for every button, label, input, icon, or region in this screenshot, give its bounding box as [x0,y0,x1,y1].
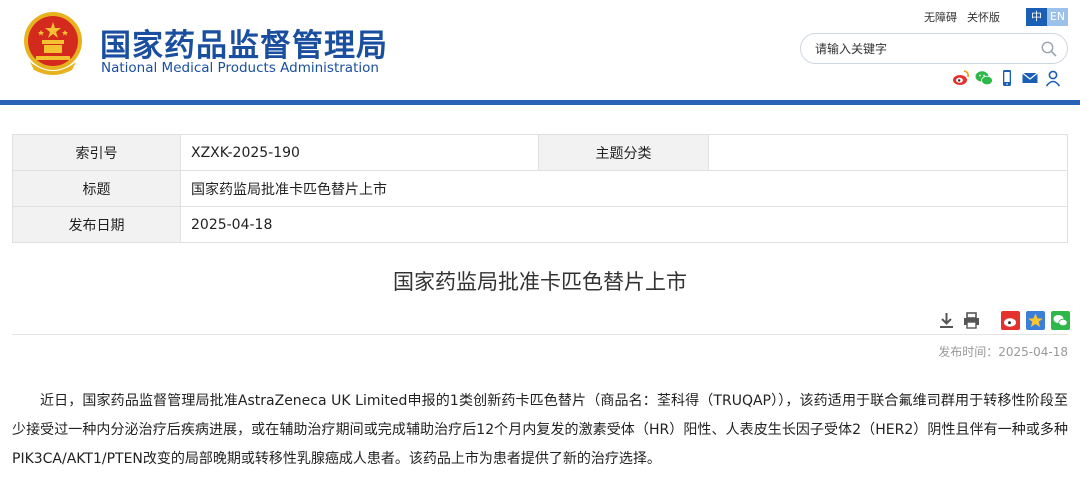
topic-value [708,134,1068,171]
wechat-icon[interactable] [975,69,993,87]
print-icon[interactable] [962,311,981,330]
search-icon[interactable] [1041,41,1057,57]
qzone-share-icon[interactable] [1026,311,1045,330]
table-row: 索引号 XZXK-2025-190 主题分类 [12,134,1068,171]
info-table: 索引号 XZXK-2025-190 主题分类 标题 国家药监局批准卡匹色替片上市… [12,134,1068,243]
site-title-en[interactable]: National Medical Products Administration [101,60,379,76]
table-row: 发布日期 2025-04-18 [12,206,1068,243]
site-title-cn[interactable]: 国家药品监督管理局 [100,20,388,65]
weibo-share-icon[interactable] [1001,311,1020,330]
care-mode-link[interactable]: 关怀版 [967,9,1000,25]
language-switch: 中 EN [1026,8,1068,26]
header-divider [0,100,1080,105]
social-links [952,69,1062,87]
search-input[interactable] [815,39,1035,59]
top-links: 无障碍 关怀版 中 EN [924,8,1068,26]
date-value: 2025-04-18 [180,206,1068,243]
tools-spacer [987,311,995,330]
wechat-share-icon[interactable] [1051,311,1070,330]
article-divider [12,334,1068,335]
date-label: 发布日期 [12,206,181,243]
national-emblem-icon[interactable] [22,10,84,76]
site-header: 国家药品监督管理局 National Medical Products Admi… [0,0,1080,104]
table-row: 标题 国家药监局批准卡匹色替片上市 [12,170,1068,207]
title-label: 标题 [12,170,181,207]
lang-en-button[interactable]: EN [1047,8,1068,26]
mail-icon[interactable] [1021,69,1039,87]
download-icon[interactable] [937,311,956,330]
publish-time: 发布时间：2025-04-18 [938,345,1068,359]
user-icon[interactable] [1044,69,1062,87]
search-box [800,33,1068,64]
accessibility-link[interactable]: 无障碍 [924,9,957,25]
index-value: XZXK-2025-190 [180,134,539,171]
article-title: 国家药监局批准卡匹色替片上市 [393,270,687,294]
weibo-icon[interactable] [952,69,970,87]
topic-label: 主题分类 [538,134,709,171]
index-label: 索引号 [12,134,181,171]
article-tools [937,311,1070,330]
mobile-icon[interactable] [998,69,1016,87]
lang-zh-button[interactable]: 中 [1026,8,1047,26]
title-value: 国家药监局批准卡匹色替片上市 [180,170,1068,207]
article-body: 近日，国家药品监督管理局批准AstraZeneca UK Limited申报的1… [12,393,1068,467]
